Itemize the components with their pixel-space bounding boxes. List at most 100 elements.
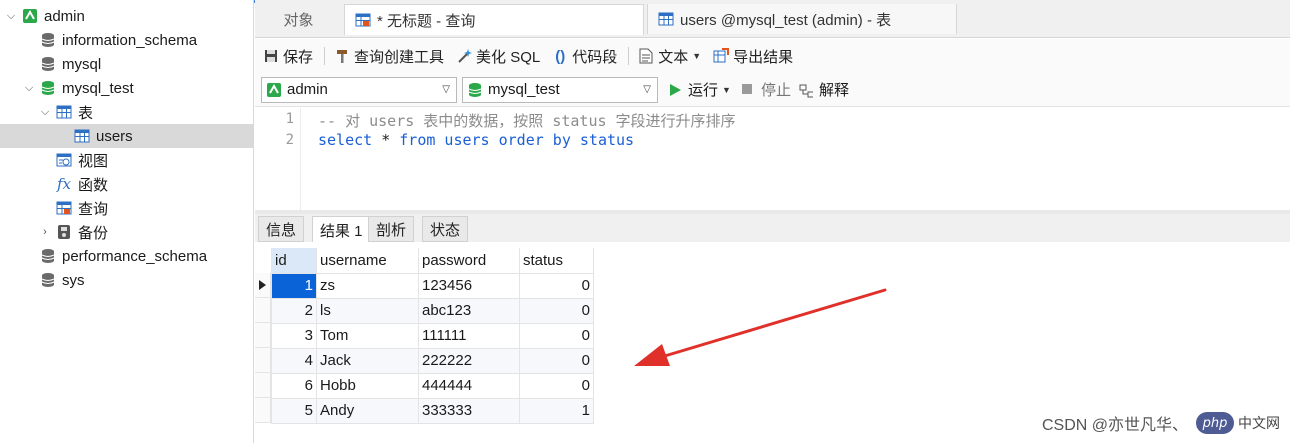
tab-result-1[interactable]: 结果 1 bbox=[312, 216, 371, 243]
cell-password[interactable]: 123456 bbox=[418, 272, 520, 299]
query-builder-button[interactable]: 查询创建工具 bbox=[331, 44, 447, 68]
column-header-id[interactable]: id bbox=[271, 248, 317, 274]
sql-column-name: status bbox=[570, 131, 635, 149]
database-icon bbox=[40, 56, 56, 72]
tab-objects[interactable]: 对象 bbox=[255, 4, 342, 34]
connection-select[interactable]: admin ▽ bbox=[261, 76, 457, 103]
cell-status[interactable]: 0 bbox=[519, 322, 594, 349]
cell-status[interactable]: 0 bbox=[519, 347, 594, 374]
tree-item-label: 备份 bbox=[78, 224, 109, 242]
cell-id[interactable]: 5 bbox=[271, 397, 317, 424]
cell-status[interactable]: 1 bbox=[519, 397, 594, 424]
text-format-button[interactable]: 文本 ▼ bbox=[635, 44, 704, 68]
tab-query[interactable]: * 无标题 - 查询 bbox=[344, 4, 644, 35]
chevron-down-icon[interactable]: ⌵ bbox=[38, 105, 52, 119]
cell-password[interactable]: 444444 bbox=[418, 372, 520, 399]
code-snippet-button[interactable]: () 代码段 bbox=[549, 44, 620, 68]
table-row[interactable]: 2 ls abc123 0 bbox=[271, 297, 594, 324]
tree-item-sys[interactable]: sys bbox=[0, 268, 253, 292]
row-marker bbox=[255, 398, 271, 423]
beautify-sql-button[interactable]: 美化 SQL bbox=[453, 44, 543, 68]
export-results-button[interactable]: 导出结果 bbox=[710, 44, 796, 68]
database-icon bbox=[40, 32, 56, 48]
table-row[interactable]: 3 Tom 111111 0 bbox=[271, 322, 594, 349]
chevron-down-icon[interactable]: ⌵ bbox=[22, 81, 36, 95]
tree-item-views[interactable]: 视图 bbox=[0, 148, 253, 172]
cell-status[interactable]: 0 bbox=[519, 297, 594, 324]
cell-id[interactable]: 4 bbox=[271, 347, 317, 374]
cell-username[interactable]: Jack bbox=[316, 347, 419, 374]
cell-status[interactable]: 0 bbox=[519, 272, 594, 299]
tree-item-functions[interactable]: fx 函数 bbox=[0, 172, 253, 196]
tree-item-users[interactable]: users bbox=[0, 124, 253, 148]
chevron-down-icon: ▽ bbox=[442, 83, 450, 95]
tab-label: 结果 1 bbox=[320, 222, 363, 240]
dropdown-caret-icon: ▼ bbox=[722, 84, 731, 95]
stop-label: 停止 bbox=[760, 82, 791, 99]
chevron-right-icon[interactable]: › bbox=[38, 225, 52, 239]
cell-username[interactable]: ls bbox=[316, 297, 419, 324]
cell-id[interactable]: 2 bbox=[271, 297, 317, 324]
tab-table-users[interactable]: users @mysql_test (admin) - 表 bbox=[647, 4, 957, 34]
cell-username[interactable]: Hobb bbox=[316, 372, 419, 399]
document-icon bbox=[638, 48, 654, 64]
sql-editor[interactable]: 1 2 -- 对 users 表中的数据，按照 status 字段进行升序排序 … bbox=[255, 108, 1290, 210]
line-number: 2 bbox=[285, 132, 294, 148]
tab-label: 信息 bbox=[266, 221, 297, 239]
tree-item-mysql[interactable]: mysql bbox=[0, 52, 253, 76]
cell-username[interactable]: zs bbox=[316, 272, 419, 299]
toolbar-divider bbox=[324, 47, 326, 65]
table-icon bbox=[74, 128, 90, 144]
cell-status[interactable]: 0 bbox=[519, 372, 594, 399]
tree-item-performance-schema[interactable]: performance_schema bbox=[0, 244, 253, 268]
column-header-status[interactable]: status bbox=[519, 248, 594, 274]
backup-icon bbox=[56, 224, 72, 240]
tree-item-label: sys bbox=[62, 271, 85, 289]
tree-item-label: mysql bbox=[62, 55, 102, 73]
tree-item-admin[interactable]: ⌵ admin bbox=[0, 4, 253, 28]
tree-item-tables[interactable]: ⌵ 表 bbox=[0, 100, 253, 124]
cell-username[interactable]: Andy bbox=[316, 397, 419, 424]
sql-star: * bbox=[372, 131, 400, 149]
tab-info[interactable]: 信息 bbox=[258, 216, 305, 242]
row-marker bbox=[255, 323, 271, 348]
column-header-password[interactable]: password bbox=[418, 248, 520, 274]
stop-button[interactable]: 停止 bbox=[741, 79, 791, 100]
explain-button[interactable]: 解释 bbox=[799, 79, 849, 100]
cell-password[interactable]: 111111 bbox=[418, 322, 520, 349]
tab-label: * 无标题 - 查询 bbox=[377, 12, 476, 30]
sql-keyword: order by bbox=[498, 131, 571, 149]
save-button[interactable]: 保存 bbox=[260, 44, 316, 68]
tab-label: 状态 bbox=[430, 221, 461, 239]
code-snippet-label: 代码段 bbox=[572, 48, 618, 66]
cell-id[interactable]: 6 bbox=[271, 372, 317, 399]
tab-profile[interactable]: 剖析 bbox=[368, 216, 415, 242]
tree-item-queries[interactable]: 查询 bbox=[0, 196, 253, 220]
table-row[interactable]: 1 zs 123456 0 bbox=[271, 272, 594, 299]
cell-password[interactable]: 222222 bbox=[418, 347, 520, 374]
chevron-down-icon[interactable]: ⌵ bbox=[4, 9, 18, 23]
column-header-username[interactable]: username bbox=[316, 248, 419, 274]
cell-username[interactable]: Tom bbox=[316, 322, 419, 349]
table-row[interactable]: 4 Jack 222222 0 bbox=[271, 347, 594, 374]
table-icon bbox=[658, 11, 674, 27]
tab-label: users @mysql_test (admin) - 表 bbox=[680, 11, 892, 29]
run-button[interactable]: 运行 ▼ bbox=[668, 79, 731, 100]
table-row[interactable]: 6 Hobb 444444 0 bbox=[271, 372, 594, 399]
tree-item-information-schema[interactable]: information_schema bbox=[0, 28, 253, 52]
row-marker bbox=[255, 373, 271, 398]
watermark: CSDN @亦世凡华、 php 中文网 bbox=[1042, 411, 1280, 435]
cell-password[interactable]: 333333 bbox=[418, 397, 520, 424]
database-icon bbox=[40, 248, 56, 264]
table-row[interactable]: 5 Andy 333333 1 bbox=[271, 397, 594, 424]
row-marker bbox=[255, 348, 271, 373]
tab-status[interactable]: 状态 bbox=[422, 216, 469, 242]
magic-wand-icon bbox=[456, 48, 473, 64]
tree-item-mysql-test[interactable]: ⌵ mysql_test bbox=[0, 76, 253, 100]
cell-password[interactable]: abc123 bbox=[418, 297, 520, 324]
cell-id[interactable]: 1 bbox=[271, 272, 317, 299]
database-select[interactable]: mysql_test ▽ bbox=[462, 76, 658, 103]
current-row-marker bbox=[255, 273, 271, 298]
tree-item-backups[interactable]: › 备份 bbox=[0, 220, 253, 244]
cell-id[interactable]: 3 bbox=[271, 322, 317, 349]
